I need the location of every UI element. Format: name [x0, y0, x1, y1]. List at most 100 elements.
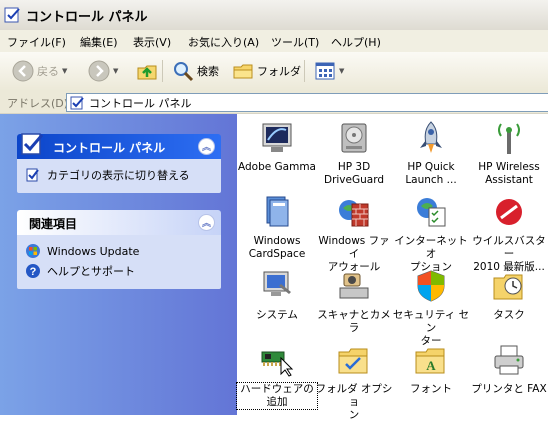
category-view-icon: [26, 168, 39, 182]
windows-cardspace-label: Windows CardSpace: [248, 235, 306, 260]
add-hardware-item[interactable]: ハードウェアの 追加: [236, 342, 318, 410]
menu-view[interactable]: 表示(V): [133, 34, 171, 50]
menu-tools[interactable]: ツール(T): [271, 34, 319, 50]
menu-edit[interactable]: 編集(E): [80, 34, 118, 50]
windows-update-label: Windows Update: [47, 244, 140, 258]
forward-button[interactable]: ▼: [88, 58, 118, 84]
rocket-icon: [420, 121, 442, 153]
address-value: コントロール パネル: [89, 96, 192, 110]
task-pane: コントロール パネル ︽ カテゴリの表示に切り替える 関連項目 ︽ Window…: [0, 114, 237, 415]
hp-quick-launch-item[interactable]: HP Quick Launch ...: [391, 120, 471, 187]
system-label: システム: [256, 309, 298, 321]
adobe-gamma-label: Adobe Gamma: [237, 161, 316, 173]
security-center-item[interactable]: セキュリティ セン ター: [391, 268, 471, 348]
scheduled-tasks-label: タスク: [493, 309, 525, 321]
firewall-icon: [339, 200, 369, 227]
folders-label: フォルダ: [257, 65, 301, 78]
search-button[interactable]: 検索: [172, 58, 219, 84]
forward-arrow-icon: [88, 60, 110, 82]
windows-firewall-item[interactable]: Windows ファイ アウォール: [314, 194, 394, 274]
control-panel-items: Adobe Gamma HP 3D DriveGuard HP Quick La…: [236, 114, 548, 421]
related-topics-section: 関連項目 ︽ Windows Update ? ヘルプとサポート: [17, 210, 221, 289]
scanners-cameras-label: スキャナとカメラ: [317, 309, 391, 334]
folders-button[interactable]: フォルダ: [232, 58, 301, 84]
title-bar: コントロール パネル: [0, 0, 548, 31]
add-hardware-icon: [261, 351, 294, 377]
task-scheduler-icon: [493, 274, 523, 300]
folder-icon: [233, 64, 253, 79]
toolbar-separator: [162, 60, 163, 82]
views-dropdown-icon[interactable]: ▼: [339, 67, 344, 75]
drive-guard-icon: [341, 123, 367, 153]
switch-to-category-view-label: カテゴリの表示に切り替える: [47, 169, 190, 182]
control-panel-section: コントロール パネル ︽ カテゴリの表示に切り替える: [17, 133, 221, 193]
help-icon: ?: [26, 264, 40, 278]
control-panel-section-header[interactable]: コントロール パネル ︽: [17, 133, 221, 159]
control-panel-icon: [21, 133, 44, 155]
scheduled-tasks-item[interactable]: タスク: [469, 268, 548, 322]
back-button[interactable]: 戻る ▼: [12, 58, 67, 84]
printer-fax-icon: [494, 345, 524, 375]
collapse-chevron-icon[interactable]: ︽: [198, 138, 215, 155]
internet-options-icon: [417, 198, 446, 227]
printers-fax-item[interactable]: プリンタと FAX: [469, 342, 548, 396]
scanner-camera-icon: [339, 273, 369, 299]
cardspace-icon: [266, 196, 289, 227]
related-topics-header[interactable]: 関連項目 ︽: [17, 210, 221, 235]
folder-options-icon: [338, 348, 368, 374]
collapse-chevron-icon[interactable]: ︽: [198, 214, 215, 231]
svg-text:?: ?: [30, 266, 37, 278]
folder-options-label: フォルダ オプショ ン: [315, 383, 393, 421]
menu-favorites[interactable]: お気に入り(A): [188, 34, 259, 50]
toolbar-separator: [304, 60, 305, 82]
hp-3d-driveguard-item[interactable]: HP 3D DriveGuard: [314, 120, 394, 187]
up-folder-icon: [137, 65, 157, 80]
help-support-label: ヘルプとサポート: [47, 265, 135, 278]
menu-help[interactable]: ヘルプ(H): [331, 34, 381, 50]
control-panel-icon: [4, 7, 20, 23]
hp-wireless-assistant-item[interactable]: HP Wireless Assistant: [469, 120, 548, 187]
address-input[interactable]: コントロール パネル: [66, 93, 548, 112]
folder-options-item[interactable]: フォルダ オプショ ン: [314, 342, 394, 422]
wireless-icon: [498, 123, 520, 154]
windows-cardspace-item[interactable]: Windows CardSpace: [237, 194, 317, 261]
window-title: コントロール パネル: [26, 10, 148, 25]
toolbar: 戻る ▼ ▼ 検索 フォルダ ▼: [0, 52, 548, 92]
related-topics-title: 関連項目: [29, 217, 78, 231]
virus-buster-item[interactable]: ウイルスバスター 2010 最新版...: [469, 194, 548, 274]
views-button[interactable]: ▼: [314, 58, 344, 84]
switch-to-category-view-link[interactable]: カテゴリの表示に切り替える: [25, 165, 213, 185]
fonts-label: フォント: [410, 383, 452, 395]
system-icon: [263, 271, 291, 296]
hp-3d-driveguard-label: HP 3D DriveGuard: [323, 161, 385, 186]
control-panel-section-title: コントロール パネル: [53, 141, 166, 155]
add-hardware-label: ハードウェアの 追加: [236, 382, 318, 410]
control-panel-section-body: カテゴリの表示に切り替える: [17, 159, 221, 193]
hp-wireless-assistant-label: HP Wireless Assistant: [478, 161, 540, 186]
control-panel-small-icon: [70, 96, 84, 109]
fonts-item[interactable]: A フォント: [391, 342, 471, 396]
hp-quick-launch-label: HP Quick Launch ...: [405, 161, 457, 186]
fonts-icon: A: [415, 348, 445, 374]
windows-update-icon: [26, 244, 40, 258]
back-label: 戻る: [37, 65, 59, 78]
search-icon: [174, 62, 194, 82]
back-dropdown-icon[interactable]: ▼: [62, 67, 67, 75]
views-icon: [315, 62, 335, 80]
printers-fax-label: プリンタと FAX: [471, 383, 547, 395]
internet-options-item[interactable]: インターネット オ プション: [391, 194, 471, 274]
help-support-link[interactable]: ? ヘルプとサポート: [25, 261, 213, 281]
forward-dropdown-icon[interactable]: ▼: [113, 67, 118, 75]
adobe-gamma-item[interactable]: Adobe Gamma: [237, 120, 317, 174]
adobe-gamma-icon: [262, 123, 292, 152]
virusbuster-icon: [496, 199, 522, 225]
search-label: 検索: [197, 65, 219, 78]
svg-text:A: A: [426, 358, 436, 373]
scanners-cameras-item[interactable]: スキャナとカメラ: [314, 268, 394, 335]
up-folder-button[interactable]: [136, 58, 158, 84]
system-item[interactable]: システム: [237, 268, 317, 322]
windows-update-link[interactable]: Windows Update: [25, 241, 213, 261]
menu-file[interactable]: ファイル(F): [7, 34, 66, 50]
security-center-icon: [417, 270, 445, 302]
related-topics-body: Windows Update ? ヘルプとサポート: [17, 235, 221, 289]
